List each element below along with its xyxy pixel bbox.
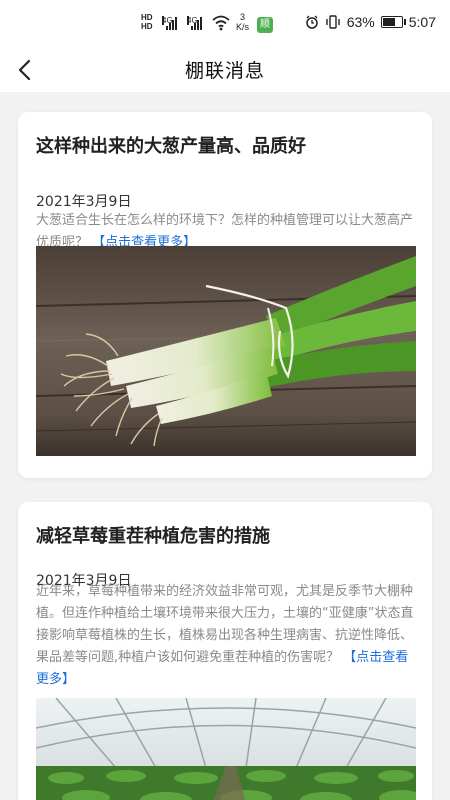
- greenhouse-photo: [36, 698, 416, 800]
- article-title: 这样种出来的大葱产量高、品质好: [36, 136, 306, 157]
- app-notification-icon: 顺: [257, 17, 273, 33]
- battery-percent: 63%: [346, 14, 375, 30]
- page-title: 棚联消息: [184, 60, 265, 82]
- signal-2-icon: 4G: [187, 16, 202, 30]
- green-onion-photo: [36, 246, 416, 456]
- article-card[interactable]: 这样种出来的大葱产量高、品质好 2021年3月9日 大葱适合生长在怎么样的环境下…: [18, 112, 432, 478]
- signal-1-icon: 4G: [162, 16, 177, 30]
- speed-value: 3: [240, 12, 246, 22]
- status-bar: HD HD 4G 4G 3 K/s 顺 63% 5:07: [0, 0, 450, 48]
- article-card[interactable]: 减轻草莓重茬种植危害的措施 2021年3月9日 近年来，草莓种植带来的经济效益非…: [18, 502, 432, 800]
- alarm-icon: [305, 15, 318, 29]
- vibrate-icon: [326, 15, 340, 29]
- article-feed[interactable]: 这样种出来的大葱产量高、品质好 2021年3月9日 大葱适合生长在怎么样的环境下…: [0, 92, 450, 800]
- status-right: 63% 5:07: [305, 14, 436, 30]
- article-date: 2021年3月9日: [36, 194, 132, 210]
- article-description: 近年来，草莓种植带来的经济效益非常可观，尤其是反季节大棚种植。但连作种植给土壤环…: [36, 581, 418, 691]
- hd-indicator: HD HD: [141, 13, 153, 31]
- article-title: 减轻草莓重茬种植危害的措施: [36, 526, 270, 547]
- battery-icon: [380, 16, 406, 28]
- wifi-icon: [212, 15, 230, 31]
- nav-bar: 棚联消息: [0, 48, 450, 92]
- speed-unit: K/s: [236, 22, 250, 32]
- signal-2-label: 4G: [187, 16, 198, 25]
- hd-label-top: HD: [141, 13, 153, 22]
- signal-1-label: 4G: [162, 16, 173, 25]
- hd-label-bottom: HD: [141, 22, 153, 31]
- battery-fill: [382, 18, 396, 26]
- clock: 5:07: [408, 14, 436, 30]
- network-speed: 3 K/s: [236, 12, 249, 32]
